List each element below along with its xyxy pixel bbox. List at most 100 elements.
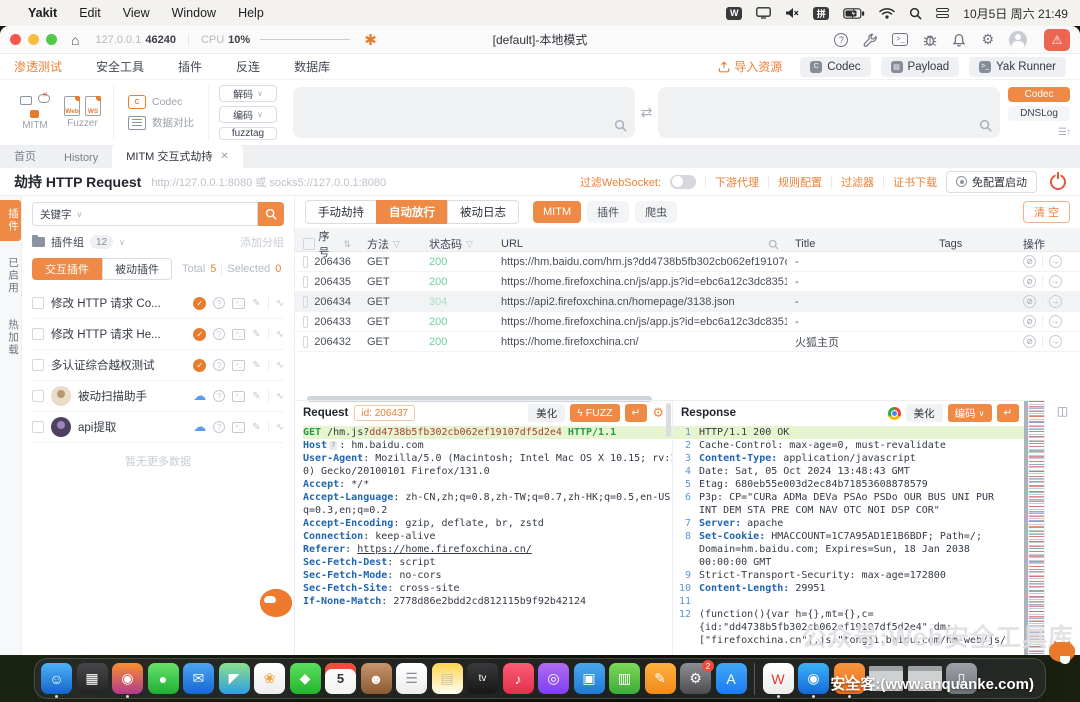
log-pill-1[interactable]: 插件 [587, 201, 629, 223]
help-icon[interactable]: ? [213, 421, 225, 433]
edit-icon[interactable]: ✎ [252, 422, 260, 433]
mitm-shortcut[interactable]: ✕ MITM Web WS Fuzzer [8, 85, 114, 140]
downstream-proxy-link[interactable]: 下游代理 [715, 174, 759, 190]
dock-podcasts-icon[interactable]: ◎ [538, 663, 569, 694]
add-group-link[interactable]: 添加分组 [240, 234, 284, 250]
panel-toggle-icon[interactable]: ◫ [1057, 404, 1068, 655]
sort-icon[interactable]: ⇅ [343, 239, 351, 250]
plugin-checkbox[interactable] [32, 359, 44, 371]
table-row[interactable]: 206432GET200https://home.firefoxchina.cn… [295, 332, 1080, 352]
response-editor[interactable]: 1HTTP/1.1 200 OK2Cache-Control: max-age=… [673, 425, 1024, 655]
wifi-icon[interactable] [879, 7, 895, 19]
plugin-row-0[interactable]: 修改 HTTP 请求 Co...✓?>_✎∿ [32, 288, 284, 319]
codec-button[interactable]: CCodec [800, 57, 870, 77]
home-icon[interactable]: ⌂ [71, 32, 79, 48]
bug-icon[interactable] [923, 33, 937, 47]
terminal-icon[interactable]: >_ [232, 298, 245, 309]
filter-icon[interactable]: ▽ [466, 239, 473, 250]
codec-input-right[interactable] [658, 87, 1000, 138]
shield-op-icon[interactable]: ⊘ [1023, 295, 1036, 308]
dock-photos-icon[interactable]: ❀ [254, 663, 285, 694]
terminal-icon[interactable]: >_ [232, 329, 245, 340]
edit-icon[interactable]: ✎ [252, 298, 260, 309]
display-icon[interactable] [756, 7, 771, 19]
plugin-row-2[interactable]: 多认证综合越权测试✓?>_✎∿ [32, 350, 284, 381]
newline-button[interactable]: ↵ [997, 404, 1020, 422]
edit-icon[interactable]: ✎ [252, 391, 260, 402]
terminal-icon[interactable]: >_ [892, 33, 908, 46]
nav-tab-1[interactable]: 安全工具 [96, 58, 144, 75]
plugin-row-4[interactable]: api提取☁?>_✎∿ [32, 412, 284, 443]
clear-button[interactable]: 清 空 [1023, 201, 1070, 223]
log-pill-0[interactable]: MITM [533, 201, 581, 223]
dock-calendar-icon[interactable]: 5 [325, 663, 356, 694]
help-icon[interactable]: ? [213, 390, 225, 402]
table-row[interactable]: 206436GET200https://hm.baidu.com/hm.js?d… [295, 252, 1080, 272]
dnslog-mode-button[interactable]: DNSLog [1008, 106, 1070, 121]
dock-firefox-icon[interactable]: ◉ [112, 663, 143, 694]
fuzz-button[interactable]: ϟFUZZ [570, 404, 619, 422]
tab-interactive-plugins[interactable]: 交互插件 [32, 258, 102, 280]
pulse-icon[interactable]: ∿ [276, 422, 284, 433]
cert-download-link[interactable]: 证书下载 [893, 174, 937, 190]
edit-icon[interactable]: ✎ [252, 360, 260, 371]
dock-app-store-icon[interactable]: A [716, 663, 747, 694]
plugin-checkbox[interactable] [32, 390, 44, 402]
table-row[interactable]: 206434GET304https://api2.firefoxchina.cn… [295, 292, 1080, 312]
forward-op-icon[interactable]: → [1049, 255, 1062, 268]
dock-finder-icon[interactable]: ☺ [41, 663, 72, 694]
codec-input-left[interactable] [293, 87, 635, 138]
dock-maps-icon[interactable]: ◤ [219, 663, 250, 694]
forward-op-icon[interactable]: → [1049, 275, 1062, 288]
dock-mail-icon[interactable]: ✉ [183, 663, 214, 694]
vertical-tab-1[interactable]: 已启用 [0, 249, 21, 303]
table-row[interactable]: 206433GET200https://home.firefoxchina.cn… [295, 312, 1080, 332]
data-compare-shortcut[interactable]: 数据对比 [128, 115, 194, 130]
menu-item-edit[interactable]: Edit [79, 6, 101, 20]
dock-numbers-icon[interactable]: ▥ [609, 663, 640, 694]
menu-item-window[interactable]: Window [172, 6, 216, 20]
hijack-tab-2[interactable]: 被动日志 [447, 200, 519, 224]
close-tab-icon[interactable]: ✕ [220, 151, 228, 162]
codec-mode-button[interactable]: Codec [1008, 87, 1070, 102]
no-config-start-button[interactable]: 免配置启动 [946, 171, 1037, 193]
pulse-icon[interactable]: ∿ [276, 360, 284, 371]
swap-arrows-icon[interactable]: ⇄ [641, 104, 653, 121]
control-center-icon[interactable] [936, 8, 949, 18]
plugin-row-1[interactable]: 修改 HTTP 请求 He...✓?>_✎∿ [32, 319, 284, 350]
menu-item-view[interactable]: View [123, 6, 150, 20]
dock-system-settings-icon[interactable]: ⚙2 [680, 663, 711, 694]
menu-item-help[interactable]: Help [238, 6, 264, 20]
plugin-row-3[interactable]: 被动扫描助手☁?>_✎∿ [32, 381, 284, 412]
websocket-toggle[interactable] [670, 175, 696, 189]
shield-op-icon[interactable]: ⊘ [1023, 255, 1036, 268]
dock-yakit-icon[interactable]: V [834, 663, 865, 694]
beautify-button[interactable]: 美化 [528, 404, 565, 422]
dock-pages-icon[interactable]: ✎ [645, 663, 676, 694]
terminal-icon[interactable]: >_ [232, 422, 245, 433]
traffic-lights[interactable] [10, 34, 57, 45]
chevron-down-icon[interactable]: ∨ [119, 238, 125, 247]
user-avatar[interactable] [1009, 31, 1027, 49]
sort-icon[interactable]: ☰↑ [1058, 127, 1070, 138]
shield-op-icon[interactable]: ⊘ [1023, 335, 1036, 348]
dock-apple-tv-icon[interactable]: tv [467, 663, 498, 694]
dock-contacts-icon[interactable]: ☻ [361, 663, 392, 694]
filter-link[interactable]: 过滤器 [841, 174, 874, 190]
minimize-window-button[interactable] [28, 34, 39, 45]
request-scrollbar[interactable] [666, 403, 671, 437]
nav-tab-3[interactable]: 反连 [236, 58, 260, 75]
search-icon[interactable] [768, 239, 779, 250]
editor-settings-icon[interactable]: ⚙ [652, 405, 664, 421]
menu-bar-clock[interactable]: 10月5日 周六 21:49 [963, 5, 1068, 22]
mute-speaker-icon[interactable] [785, 7, 799, 19]
help-icon[interactable]: ? [213, 328, 225, 340]
encode-dropdown-button[interactable]: 编码∨ [948, 404, 992, 422]
spotlight-search-icon[interactable] [909, 7, 922, 20]
fuzzer-shortcut[interactable]: Web WS Fuzzer [64, 96, 101, 129]
terminal-icon[interactable]: >_ [232, 391, 245, 402]
plugin-search-input[interactable] [89, 202, 258, 226]
dock-trash-icon[interactable]: ▯ [946, 663, 977, 694]
page-tab-1[interactable]: History [50, 149, 112, 168]
close-window-button[interactable] [10, 34, 21, 45]
